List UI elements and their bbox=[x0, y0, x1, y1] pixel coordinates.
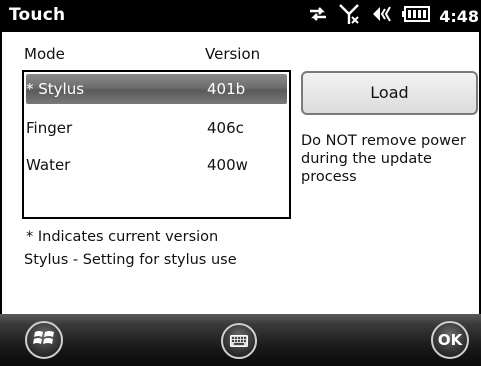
bottom-bar: OK bbox=[0, 314, 481, 366]
ok-button[interactable]: OK bbox=[431, 321, 469, 359]
keyboard-button[interactable] bbox=[221, 323, 257, 359]
no-signal-icon bbox=[338, 3, 362, 29]
keyboard-icon bbox=[230, 332, 248, 351]
battery-icon bbox=[402, 6, 431, 26]
screen: Touch 4:48 Mode Version * Stylus 401b Fi… bbox=[0, 0, 481, 366]
update-warning: Do NOT remove power during the update pr… bbox=[301, 133, 466, 185]
list-item-water[interactable]: Water 400w bbox=[26, 150, 287, 180]
mode-list[interactable]: * Stylus 401b Finger 406c Water 400w bbox=[22, 70, 291, 219]
status-icons[interactable]: 4:48 bbox=[307, 0, 481, 32]
list-item-mode: Finger bbox=[26, 119, 73, 137]
content-area: Mode Version * Stylus 401b Finger 406c W… bbox=[0, 32, 481, 314]
selected-mode-description: Stylus - Setting for stylus use bbox=[24, 252, 237, 268]
data-sync-icon bbox=[307, 5, 329, 27]
list-item-mode: * Stylus bbox=[26, 80, 85, 98]
title-bar: Touch 4:48 bbox=[0, 0, 481, 32]
mode-column-header: Mode bbox=[24, 45, 65, 63]
list-item-version: 401b bbox=[207, 80, 246, 98]
list-item-version: 406c bbox=[207, 119, 244, 137]
speaker-icon bbox=[371, 4, 393, 28]
list-item-version: 400w bbox=[207, 156, 248, 174]
windows-start-icon bbox=[33, 328, 55, 352]
list-item-finger[interactable]: Finger 406c bbox=[26, 113, 287, 143]
version-column-header: Version bbox=[205, 45, 261, 63]
start-button[interactable] bbox=[25, 321, 63, 359]
current-version-note: * Indicates current version bbox=[26, 229, 219, 245]
app-title: Touch bbox=[9, 5, 66, 25]
list-item-stylus[interactable]: * Stylus 401b bbox=[26, 74, 287, 104]
load-button[interactable]: Load bbox=[301, 71, 478, 115]
list-item-mode: Water bbox=[26, 156, 71, 174]
clock: 4:48 bbox=[439, 6, 479, 26]
